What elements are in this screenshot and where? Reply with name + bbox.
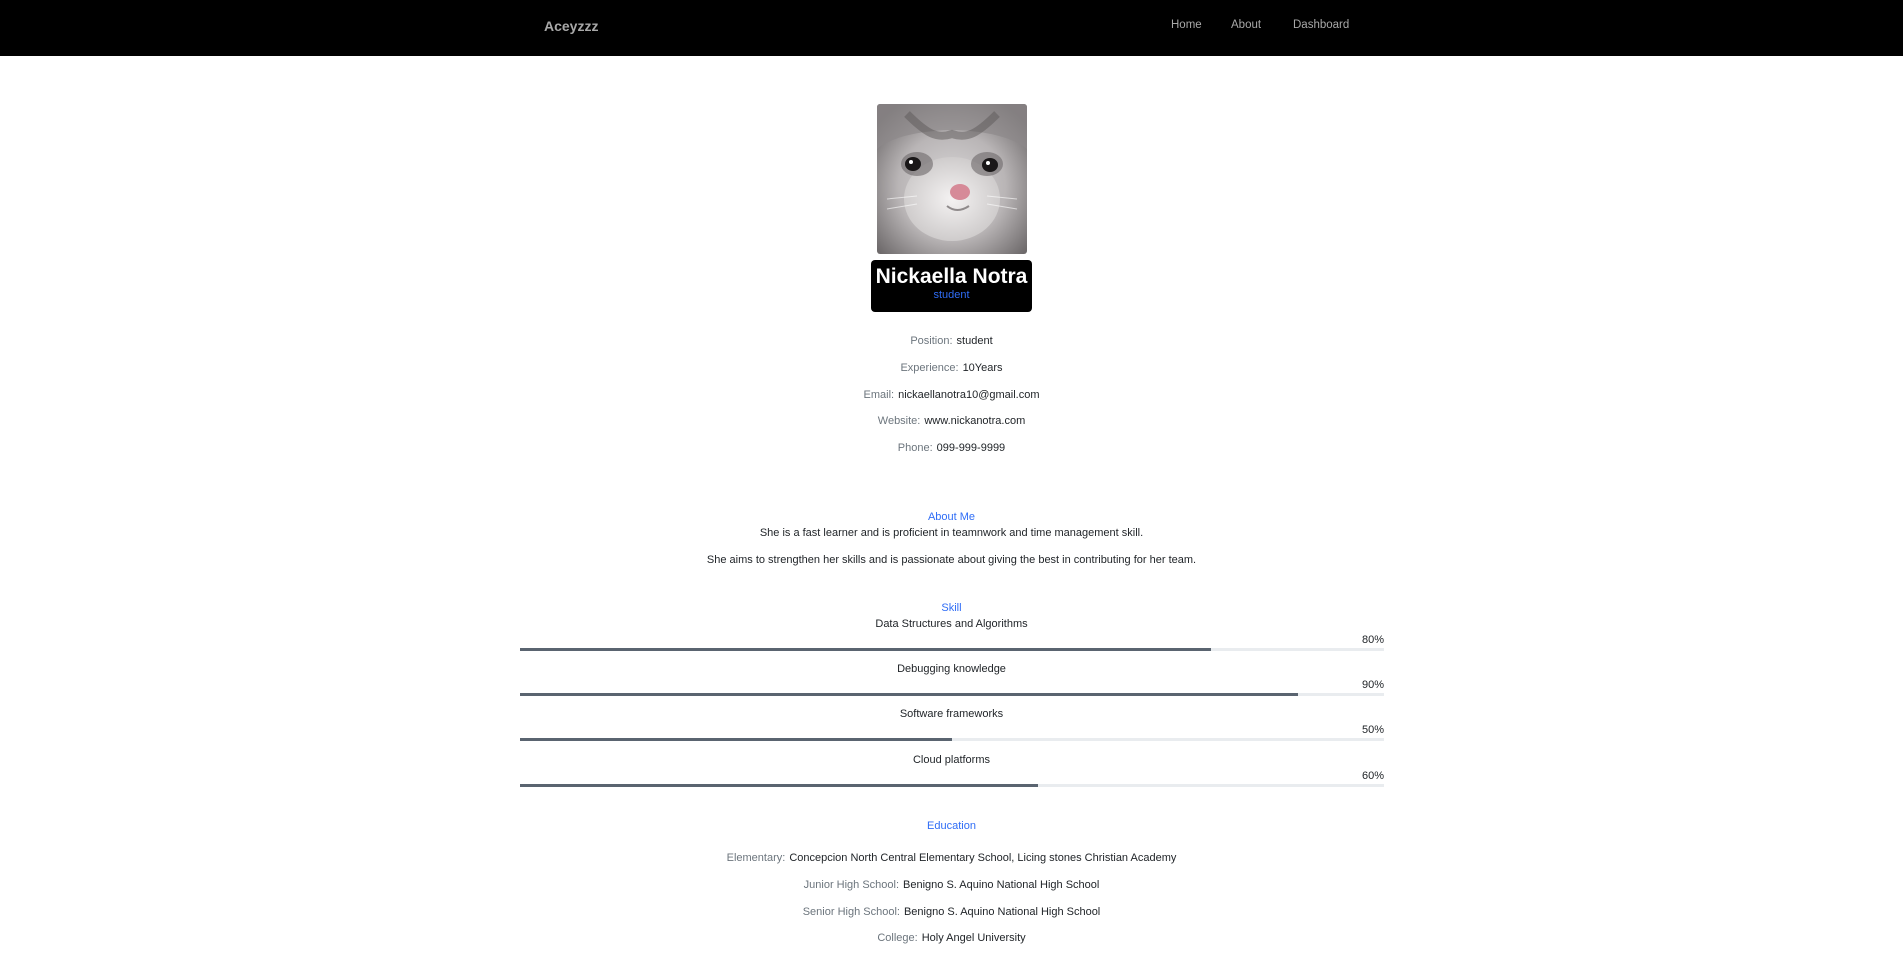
skill-percent: 80% <box>1361 634 1384 646</box>
profile-role: student <box>933 289 970 301</box>
skill-name: Software frameworks <box>899 708 1004 720</box>
detail-value: nickaellanotra10@gmail.com <box>898 389 1040 401</box>
detail-value: student <box>956 335 993 347</box>
detail-label: Website: <box>877 415 921 427</box>
education-elementary: Elementary: Concepcion North Central Elem… <box>0 851 1903 865</box>
skill-progress-bar <box>520 784 1384 787</box>
education-college: College: Holy Angel University <box>0 931 1903 945</box>
detail-position: Position: student <box>0 334 1903 348</box>
education-label: Elementary: <box>726 852 786 864</box>
about-paragraph: She is a fast learner and is proficient … <box>759 527 1144 539</box>
detail-label: Experience: <box>900 362 959 374</box>
skill-progress-bar <box>520 738 1384 741</box>
detail-label: Email: <box>863 389 895 401</box>
education-value: Benigno S. Aquino National High School <box>903 906 1101 918</box>
education-label: Junior High School: <box>803 879 900 891</box>
profile-name: Nickaella Notra <box>875 265 1028 288</box>
education-senior-high: Senior High School: Benigno S. Aquino Nat… <box>0 905 1903 919</box>
detail-label: Position: <box>910 335 953 347</box>
detail-experience: Experience: 10Years <box>0 361 1903 375</box>
skill-percent: 50% <box>1361 724 1384 736</box>
nav-home-link[interactable]: Home <box>1171 19 1202 31</box>
education-value: Concepcion North Central Elementary Scho… <box>789 852 1177 864</box>
skill-name: Debugging knowledge <box>897 663 1006 675</box>
education-label: College: <box>877 932 918 944</box>
cat-photo-image <box>877 104 1027 254</box>
education-value: Holy Angel University <box>921 932 1026 944</box>
education-value: Benigno S. Aquino National High School <box>903 879 1100 891</box>
skill-percent: 60% <box>1361 770 1384 782</box>
skill-progress-fill <box>520 738 952 741</box>
detail-phone: Phone: 099-999-9999 <box>0 441 1903 455</box>
education-junior-high: Junior High School: Benigno S. Aquino Nat… <box>0 878 1903 892</box>
detail-website: Website: www.nickanotra.com <box>0 414 1903 428</box>
detail-value: www.nickanotra.com <box>924 415 1026 427</box>
skill-progress-bar <box>520 648 1384 651</box>
detail-value: 099-999-9999 <box>936 442 1006 454</box>
about-paragraph: She aims to strengthen her skills and is… <box>706 554 1197 566</box>
navbar: Aceyzzz Home About Dashboard <box>0 0 1903 56</box>
skill-title: Skill <box>941 602 962 614</box>
detail-email: Email: nickaellanotra10@gmail.com <box>0 388 1903 402</box>
nav-links: Home About Dashboard <box>0 19 1903 37</box>
about-title: About Me <box>927 511 976 523</box>
detail-label: Phone: <box>897 442 933 454</box>
skill-progress-bar <box>520 693 1384 696</box>
skill-percent: 90% <box>1361 679 1384 691</box>
skill-progress-fill <box>520 693 1298 696</box>
name-card: Nickaella Notra student <box>871 260 1032 312</box>
skill-progress-fill <box>520 784 1039 787</box>
nav-about-link[interactable]: About <box>1231 19 1261 31</box>
detail-value: 10Years <box>962 362 1003 374</box>
skill-name: Cloud platforms <box>912 754 991 766</box>
education-label: Senior High School: <box>802 906 900 918</box>
education-title: Education <box>927 820 976 832</box>
skill-name: Data Structures and Algorithms <box>875 618 1028 630</box>
nav-dashboard-link[interactable]: Dashboard <box>1293 19 1349 31</box>
profile-avatar <box>877 104 1027 254</box>
skill-progress-fill <box>520 648 1212 651</box>
